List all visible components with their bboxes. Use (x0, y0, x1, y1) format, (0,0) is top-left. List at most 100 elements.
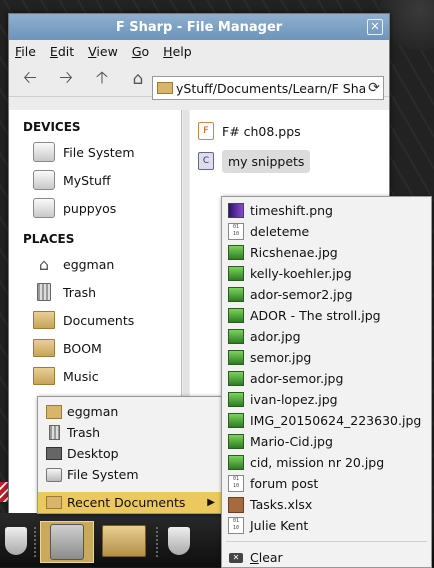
xlsx-icon (228, 496, 244, 513)
sidebar-item-file-system[interactable]: File System (9, 138, 181, 166)
recent-document-label: deleteme (250, 224, 310, 239)
submenu-arrow-icon: ▶ (207, 497, 215, 508)
recent-document-label: kelly-koehler.jpg (250, 266, 352, 281)
folder-icon (157, 82, 173, 94)
recent-document-label: IMG_20150624_223630.jpg (250, 413, 422, 428)
window-title: F Sharp - File Manager (115, 19, 283, 35)
places-menu-desktop[interactable]: Desktop (38, 443, 221, 464)
menu-view[interactable]: View (88, 44, 118, 59)
drive-icon (33, 170, 55, 190)
home-folder-icon (46, 404, 62, 420)
recent-document-item[interactable]: Ricshenae.jpg (222, 242, 431, 263)
places-menu-recent-documents[interactable]: Recent Documents ▶ (38, 492, 221, 513)
path-bar[interactable]: yStuff/Documents/Learn/F Sharp/ ⟳ (152, 76, 384, 100)
recent-document-item[interactable]: 01 10 Julie Kent (222, 515, 431, 536)
drive-icon (33, 142, 55, 162)
back-arrow-icon[interactable]: 🡠 (19, 68, 41, 90)
folder-icon (46, 495, 62, 511)
recent-document-item[interactable]: IMG_20150624_223630.jpg (222, 410, 431, 431)
menu-separator (226, 541, 427, 542)
folder-launcher-button[interactable] (96, 521, 152, 561)
recent-document-label: Ricshenae.jpg (250, 245, 338, 260)
sidebar-item-mystuff[interactable]: MyStuff (9, 166, 181, 194)
drive-launcher-button[interactable] (40, 521, 94, 563)
recent-document-item[interactable]: semor.jpg (222, 347, 431, 368)
recent-document-label: ADOR - The stroll.jpg (250, 308, 381, 323)
recent-document-item[interactable]: ador-semor.jpg (222, 368, 431, 389)
recent-document-item[interactable]: kelly-koehler.jpg (222, 263, 431, 284)
sidebar-item-boom[interactable]: BOOM (9, 334, 181, 362)
recent-document-label: ador-semor.jpg (250, 371, 344, 386)
menu-bar: File Edit View Go Help (9, 40, 389, 62)
sidebar-item-puppyos[interactable]: puppyos (9, 194, 181, 222)
folder-icon (102, 525, 146, 557)
jpg-icon (228, 266, 244, 282)
devices-header: DEVICES (23, 120, 81, 134)
clear-recent-button[interactable]: ✕ Clear (222, 547, 431, 568)
drive-icon (50, 524, 84, 560)
jpg-icon (228, 308, 244, 324)
file-item[interactable]: F F# ch08.pps (190, 118, 389, 144)
places-menu-eggman[interactable]: eggman (38, 401, 221, 422)
binary-icon: 01 10 (228, 223, 244, 240)
recent-document-label: forum post (250, 476, 319, 491)
up-arrow-icon[interactable]: 🡡 (91, 68, 113, 90)
recent-document-label: Julie Kent (250, 518, 309, 533)
recent-document-item[interactable]: 01 10 deleteme (222, 221, 431, 242)
places-menu-trash[interactable]: Trash (38, 422, 221, 443)
sidebar-item-documents[interactable]: Documents (9, 306, 181, 334)
binary-icon: 01 10 (228, 475, 244, 492)
folder-icon (33, 338, 55, 358)
recent-document-label: ador.jpg (250, 329, 301, 344)
jpg-icon (228, 434, 244, 450)
recent-document-item[interactable]: Mario-Cid.jpg (222, 431, 431, 452)
trash-icon (46, 425, 62, 441)
recent-document-item[interactable]: ador-semor2.jpg (222, 284, 431, 305)
binary-icon: 01 10 (228, 517, 244, 534)
places-menu: eggman Trash Desktop File System Recent … (37, 396, 222, 514)
recent-document-label: Mario-Cid.jpg (250, 434, 333, 449)
png-icon (228, 203, 244, 219)
recent-document-label: semor.jpg (250, 350, 312, 365)
recent-document-item[interactable]: timeshift.png (222, 200, 431, 221)
jpg-icon (228, 413, 244, 429)
recent-document-item[interactable]: ador.jpg (222, 326, 431, 347)
shield-icon[interactable] (164, 521, 194, 561)
presentation-file-icon: F (198, 122, 214, 140)
shield-icon[interactable] (0, 521, 32, 561)
recent-document-item[interactable]: 01 10 forum post (222, 473, 431, 494)
trash-icon (33, 282, 55, 302)
sidebar-item-trash[interactable]: Trash (9, 278, 181, 306)
clear-icon: ✕ (228, 550, 244, 566)
recent-document-item[interactable]: Tasks.xlsx (222, 494, 431, 515)
menu-go[interactable]: Go (132, 44, 149, 59)
folder-icon (33, 310, 55, 330)
path-text: yStuff/Documents/Learn/F Sharp/ (176, 80, 365, 96)
menu-file[interactable]: File (15, 44, 36, 59)
close-button[interactable]: ✕ (367, 19, 383, 35)
reload-icon[interactable]: ⟳ (365, 80, 383, 96)
sidebar-item-eggman[interactable]: ⌂ eggman (9, 250, 181, 278)
recent-documents-menu: timeshift.png 01 10 deleteme Ricshenae.jpg ke… (221, 196, 432, 568)
jpg-icon (228, 287, 244, 303)
forward-arrow-icon[interactable]: 🡢 (55, 68, 77, 90)
drive-icon (46, 467, 62, 483)
file-item[interactable]: C my snippets (190, 148, 389, 174)
recent-document-item[interactable]: ivan-lopez.jpg (222, 389, 431, 410)
menu-help[interactable]: Help (163, 44, 192, 59)
title-bar[interactable]: F Sharp - File Manager ✕ (9, 14, 389, 40)
recent-document-item[interactable]: cid, mission nr 20.jpg (222, 452, 431, 473)
drive-icon (33, 198, 55, 218)
places-header: PLACES (23, 232, 75, 246)
jpg-icon (228, 350, 244, 366)
source-file-icon: C (198, 152, 214, 170)
recent-document-label: ivan-lopez.jpg (250, 392, 338, 407)
recent-document-label: timeshift.png (250, 203, 333, 218)
folder-icon (33, 366, 55, 386)
jpg-icon (228, 455, 244, 471)
recent-document-item[interactable]: ADOR - The stroll.jpg (222, 305, 431, 326)
menu-edit[interactable]: Edit (50, 44, 74, 59)
places-menu-file-system[interactable]: File System (38, 464, 221, 485)
home-icon[interactable]: ⌂ (127, 68, 149, 90)
sidebar-item-music[interactable]: Music (9, 362, 181, 390)
